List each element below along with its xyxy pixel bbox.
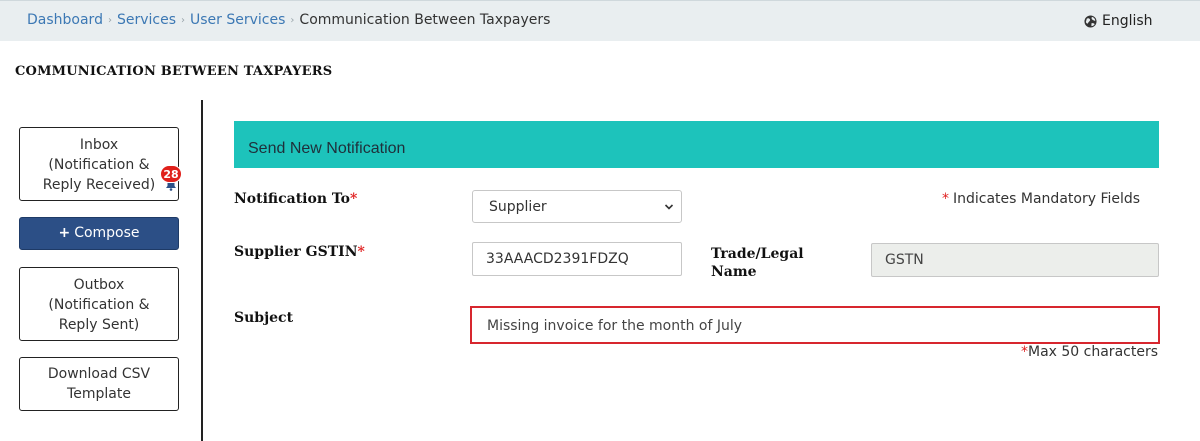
notification-to-select[interactable]: Supplier bbox=[472, 190, 682, 223]
inbox-notification-indicator[interactable]: 28 bbox=[160, 165, 182, 193]
csv-label-line1: Download CSV bbox=[47, 366, 151, 382]
outbox-label-line3: Reply Sent) bbox=[58, 317, 140, 333]
top-bar: Dashboard › Services › User Services › Communi… bbox=[0, 0, 1200, 41]
form-header-title: Send New Notification bbox=[248, 140, 406, 157]
plus-icon: + bbox=[58, 225, 71, 241]
download-csv-template-button[interactable]: Download CSV Template bbox=[19, 357, 179, 411]
inbox-label-line3: Reply Received) bbox=[42, 177, 156, 193]
subject-label: Subject bbox=[234, 310, 294, 326]
inbox-label-line1: Inbox bbox=[79, 137, 119, 153]
breadcrumb-separator: › bbox=[290, 15, 295, 26]
supplier-gstin-input[interactable]: 33AAACD2391FDZQ bbox=[472, 242, 682, 276]
unread-count-badge: 28 bbox=[160, 165, 182, 183]
max-characters-hint: *Max 50 characters bbox=[1021, 344, 1158, 360]
required-asterisk: * bbox=[1021, 344, 1028, 360]
trade-legal-name-field: GSTN bbox=[871, 243, 1159, 277]
globe-icon bbox=[1084, 14, 1097, 28]
subject-value: Missing invoice for the month of July bbox=[487, 318, 743, 334]
trade-legal-name-label: Trade/Legal Name bbox=[711, 246, 804, 280]
inbox-button[interactable]: Inbox (Notification & Reply Received) bbox=[19, 127, 179, 201]
required-asterisk: * bbox=[350, 191, 358, 207]
notification-to-value: Supplier bbox=[489, 199, 547, 215]
language-selector[interactable]: English bbox=[1084, 13, 1153, 29]
outbox-label-line1: Outbox bbox=[73, 277, 125, 293]
chevron-down-icon bbox=[664, 204, 674, 210]
outbox-button[interactable]: Outbox (Notification & Reply Sent) bbox=[19, 267, 179, 341]
breadcrumb-separator: › bbox=[181, 15, 186, 26]
breadcrumb-user-services[interactable]: User Services bbox=[190, 12, 285, 28]
breadcrumb-current: Communication Between Taxpayers bbox=[299, 12, 551, 28]
outbox-label-line2: (Notification & bbox=[48, 297, 150, 313]
breadcrumb: Dashboard › Services › User Services › Communi… bbox=[27, 12, 550, 28]
inbox-label-line2: (Notification & bbox=[48, 157, 150, 173]
subject-input[interactable]: Missing invoice for the month of July bbox=[470, 306, 1160, 344]
compose-button[interactable]: + Compose bbox=[19, 217, 179, 250]
supplier-gstin-value: 33AAACD2391FDZQ bbox=[486, 251, 629, 267]
supplier-gstin-label: Supplier GSTIN* bbox=[234, 244, 365, 260]
csv-label-line2: Template bbox=[67, 386, 131, 402]
notification-to-label: Notification To* bbox=[234, 191, 358, 207]
breadcrumb-separator: › bbox=[107, 15, 112, 26]
compose-label: Compose bbox=[74, 225, 140, 241]
required-asterisk: * bbox=[357, 244, 365, 260]
required-asterisk: * bbox=[942, 191, 949, 207]
sidebar-divider bbox=[201, 100, 203, 441]
breadcrumb-services[interactable]: Services bbox=[117, 12, 176, 28]
breadcrumb-dashboard[interactable]: Dashboard bbox=[27, 12, 103, 28]
page-title: COMMUNICATION BETWEEN TAXPAYERS bbox=[15, 64, 333, 79]
trade-legal-name-value: GSTN bbox=[885, 252, 924, 268]
form-header: Send New Notification bbox=[234, 121, 1159, 168]
mandatory-fields-note: * Indicates Mandatory Fields bbox=[942, 191, 1141, 207]
language-label: English bbox=[1102, 13, 1153, 29]
